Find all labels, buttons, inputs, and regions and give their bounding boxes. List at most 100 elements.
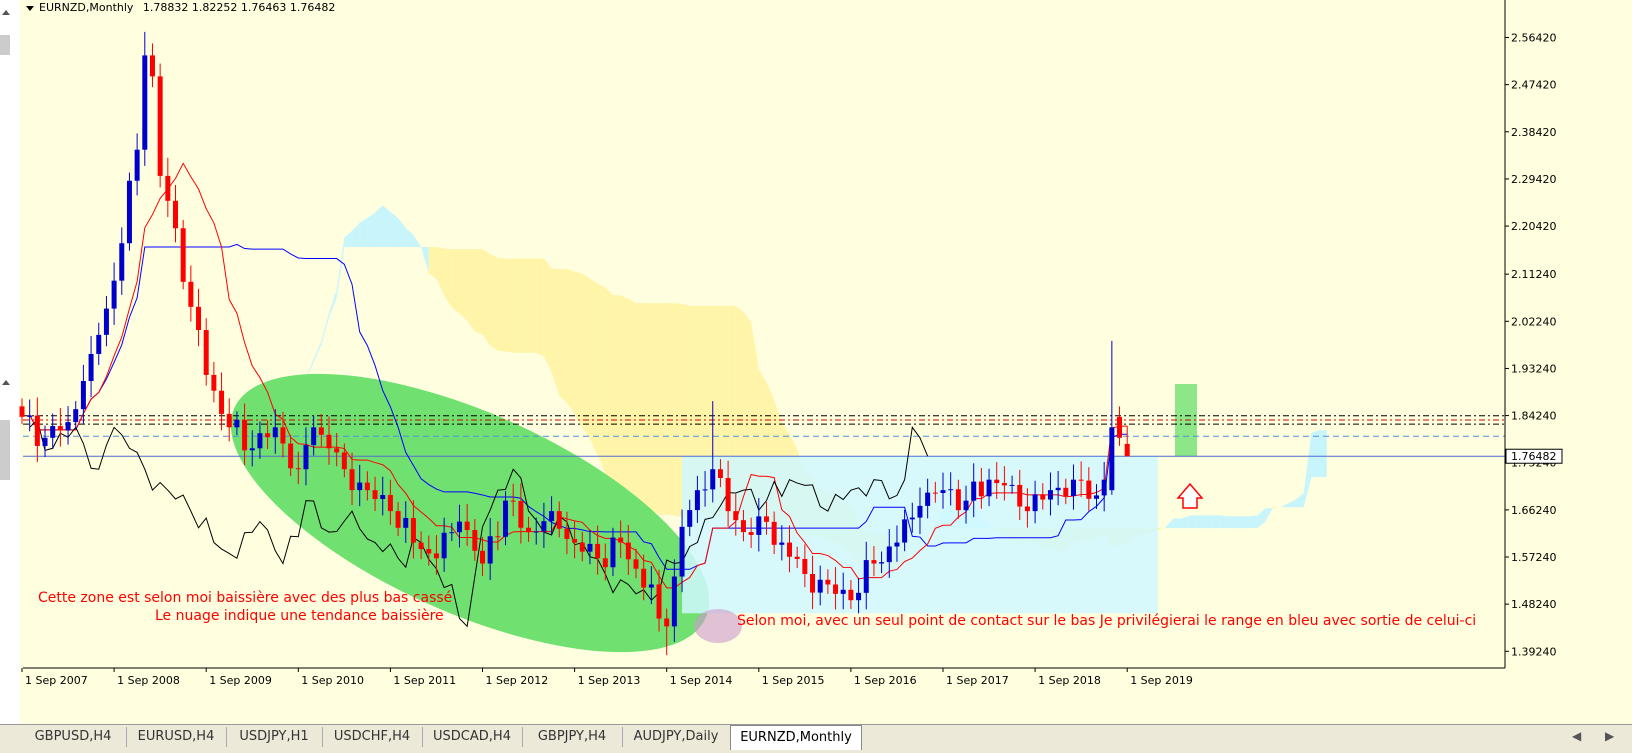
tab-gbpusd-h4[interactable]: GBPUSD,H4	[20, 727, 127, 747]
candle-body	[180, 228, 186, 282]
candle-body	[57, 426, 63, 431]
candle-body	[395, 511, 401, 528]
collapse-triangle-icon[interactable]	[26, 5, 34, 11]
contact-point-highlight	[694, 609, 742, 643]
scroll-thumb	[0, 420, 10, 480]
ichimoku-cloud-segment	[444, 248, 452, 308]
candle	[50, 413, 56, 450]
candle-body	[418, 542, 424, 550]
candle-body	[510, 500, 516, 502]
current-price-label: 1.76482	[1511, 450, 1557, 463]
candle-body	[1070, 479, 1076, 496]
ichimoku-cloud-segment	[344, 230, 353, 248]
tab-usdjpy-h1[interactable]: USDJPY,H1	[226, 727, 323, 747]
candle-body	[1117, 416, 1123, 438]
price-tick-label: 2.56420	[1511, 32, 1557, 45]
ichimoku-cloud-segment	[612, 295, 621, 496]
ichimoku-cloud-segment	[643, 303, 652, 510]
tab-usdchf-h4[interactable]: USDCHF,H4	[322, 727, 423, 747]
price-tick-label: 1.84240	[1511, 410, 1557, 423]
chart-annotation-text: Cette zone est selon moi baissière avec …	[38, 590, 452, 606]
candle-body	[1017, 484, 1023, 507]
candle-body	[932, 492, 938, 494]
tab-usdcad-h4[interactable]: USDCAD,H4	[422, 727, 523, 747]
candle-body	[249, 448, 255, 451]
tab-gbpjpy-h4[interactable]: GBPJPY,H4	[522, 727, 623, 747]
price-tick-label: 1.93240	[1511, 362, 1557, 375]
candle-body	[357, 482, 363, 491]
ichimoku-cloud-segment	[513, 258, 521, 353]
candle-body	[433, 553, 439, 559]
price-chart[interactable]: 2.56420 2.47420 2.38420 2.29420 2.20420 2.112…	[0, 0, 1632, 724]
candle-body	[1109, 427, 1115, 491]
ichimoku-cloud-segment	[1165, 518, 1174, 529]
candle-body	[1124, 443, 1130, 457]
ichimoku-cloud-segment	[574, 271, 583, 428]
candle-body	[196, 306, 202, 331]
candle-body	[495, 536, 501, 538]
candle-body	[572, 538, 578, 543]
candle-body	[1078, 479, 1084, 481]
candle	[80, 364, 86, 424]
candle-body	[149, 55, 155, 77]
price-tick-label: 2.47420	[1511, 79, 1557, 92]
candle	[149, 43, 155, 88]
ichimoku-cloud-segment	[1234, 516, 1243, 529]
candle-body	[994, 479, 1000, 484]
candle	[188, 265, 194, 322]
ichimoku-cloud-segment	[636, 303, 644, 509]
candle-body	[380, 495, 386, 499]
candle-body	[733, 511, 739, 521]
price-tick-label: 2.38420	[1511, 126, 1557, 139]
candle-body	[487, 536, 493, 564]
candle	[111, 262, 117, 325]
candle-body	[464, 521, 470, 531]
ichimoku-cloud-segment	[1288, 499, 1297, 508]
ichimoku-cloud-segment	[413, 234, 422, 248]
candle-body	[19, 406, 25, 417]
time-tick-label: 1 Sep 2019	[1130, 674, 1193, 687]
ichimoku-cloud-segment	[352, 222, 360, 248]
candle-body	[909, 517, 915, 520]
candle-body	[802, 558, 808, 574]
candle-body	[96, 334, 102, 354]
candle-body	[656, 584, 662, 619]
candle-body	[272, 427, 278, 438]
tab-eurusd-h4[interactable]: EURUSD,H4	[126, 727, 227, 747]
candle	[119, 227, 125, 295]
candle-body	[518, 500, 524, 528]
ichimoku-cloud-segment	[543, 258, 552, 372]
tab-scroll-right-icon[interactable]: ▶	[1605, 729, 1614, 743]
chart-annotation-text: Selon moi, avec un seul point de contact…	[737, 613, 1476, 629]
candle-body	[65, 422, 71, 431]
candle-body	[226, 413, 232, 428]
tab-audjpy-daily[interactable]: AUDJPY,Daily	[622, 727, 731, 747]
candle-body	[426, 549, 432, 554]
candle-body	[410, 518, 416, 543]
candle-body	[1009, 484, 1015, 486]
candle-body	[111, 280, 117, 309]
candle-body	[372, 490, 378, 499]
candle	[34, 397, 40, 463]
ichimoku-cloud-segment	[313, 340, 322, 363]
scroll-arrow-icon	[2, 380, 10, 385]
candle-body	[610, 537, 616, 568]
candle-body	[725, 478, 731, 512]
symbol-info-bar: EURNZD,Monthly 1.78832 1.82252 1.76463 1…	[26, 1, 335, 14]
ichimoku-cloud-segment	[589, 278, 598, 456]
ichimoku-cloud-segment	[1280, 503, 1289, 508]
candle-body	[886, 546, 892, 563]
candle-body	[963, 500, 969, 511]
candle	[226, 398, 232, 442]
tab-scroll-left-icon[interactable]: ◀	[1572, 729, 1581, 743]
chart-window: 2.56420 2.47420 2.38420 2.29420 2.20420 2.112…	[0, 0, 1632, 724]
tab-eurnzd-monthly[interactable]: EURNZD,Monthly	[730, 725, 862, 750]
candle-body	[787, 542, 792, 557]
candle-body	[817, 579, 823, 593]
candle-body	[103, 308, 109, 335]
candle-body	[986, 479, 992, 497]
ichimoku-cloud-segment	[1242, 516, 1250, 529]
ichimoku-cloud-segment	[1203, 515, 1212, 529]
candle	[1124, 425, 1130, 457]
candle-body	[694, 490, 700, 511]
